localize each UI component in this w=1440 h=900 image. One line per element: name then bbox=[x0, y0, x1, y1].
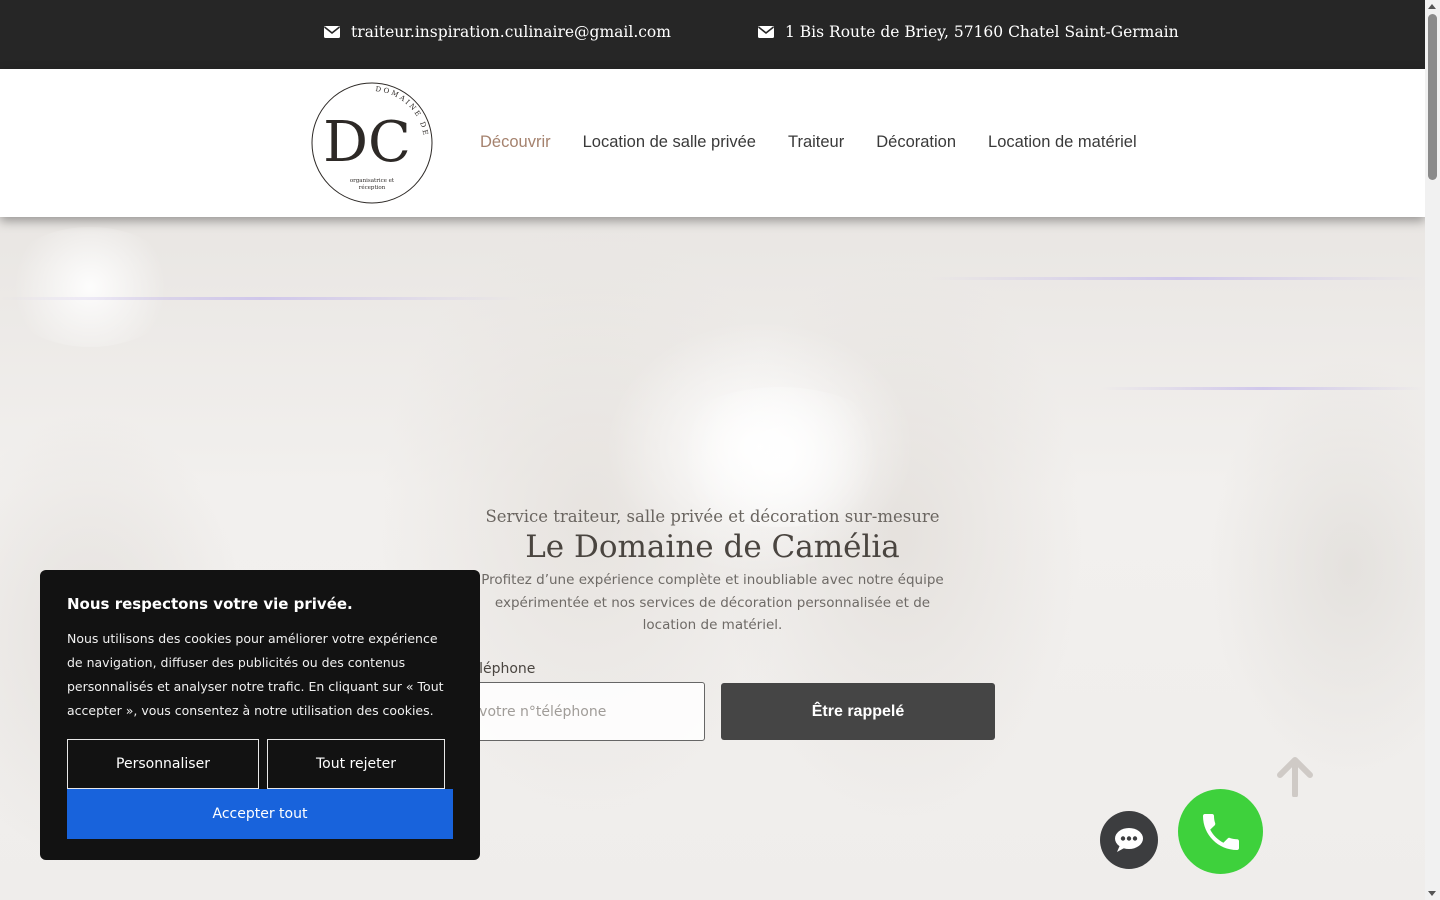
page-scrollbar[interactable] bbox=[1425, 0, 1440, 900]
cookie-text: Nous utilisons des cookies pour améliore… bbox=[67, 631, 444, 718]
nav-item-location-materiel[interactable]: Location de matériel bbox=[988, 133, 1137, 152]
cookie-title: Nous respectons votre vie privée. bbox=[67, 595, 353, 613]
hero-background-line bbox=[930, 277, 1425, 280]
site-header: DOMAINE DE CAMÉLIA DC organisatrice et r… bbox=[0, 69, 1425, 217]
scroll-up-arrow-icon[interactable] bbox=[1428, 4, 1436, 9]
hero-background-light bbox=[660, 387, 900, 527]
phone-call-button[interactable] bbox=[1178, 789, 1263, 874]
hero-background-line bbox=[1100, 387, 1425, 390]
top-contact-bar: traiteur.inspiration.culinaire@gmail.com… bbox=[0, 0, 1425, 69]
main-nav: Découvrir Location de salle privée Trait… bbox=[480, 133, 1137, 152]
envelope-icon bbox=[324, 26, 340, 38]
cookie-reject-button[interactable]: Tout rejeter bbox=[267, 739, 445, 789]
contact-address[interactable]: 1 Bis Route de Briey, 57160 Chatel Saint… bbox=[758, 23, 1179, 41]
nav-item-decoration[interactable]: Décoration bbox=[876, 133, 956, 152]
chat-button[interactable] bbox=[1100, 811, 1158, 869]
nav-item-traiteur[interactable]: Traiteur bbox=[788, 133, 844, 152]
logo-tagline-2: réception bbox=[359, 184, 386, 191]
phone-icon bbox=[1202, 813, 1239, 850]
callback-button[interactable]: Être rappelé bbox=[721, 683, 995, 740]
scrollbar-thumb[interactable] bbox=[1428, 14, 1437, 180]
nav-item-decouvrir[interactable]: Découvrir bbox=[480, 133, 551, 152]
cookie-customize-button[interactable]: Personnaliser bbox=[67, 739, 259, 789]
cookie-accept-button[interactable]: Accepter tout bbox=[67, 789, 453, 839]
chat-bubble-icon bbox=[1115, 828, 1143, 852]
email-text[interactable]: traiteur.inspiration.culinaire@gmail.com bbox=[351, 23, 671, 41]
hero-title: Le Domaine de Camélia bbox=[525, 529, 900, 565]
logo-tagline-1: organisatrice et bbox=[350, 178, 395, 184]
arrow-up-icon[interactable] bbox=[1276, 757, 1314, 798]
site-logo[interactable]: DOMAINE DE CAMÉLIA DC organisatrice et r… bbox=[305, 74, 434, 205]
hero-subtitle: Service traiteur, salle privée et décora… bbox=[485, 507, 940, 526]
hero-background-light bbox=[0, 227, 180, 347]
cookie-consent-banner: Nous respectons votre vie privée. Nous u… bbox=[40, 570, 480, 860]
address-text[interactable]: 1 Bis Route de Briey, 57160 Chatel Saint… bbox=[785, 23, 1179, 41]
scroll-down-arrow-icon[interactable] bbox=[1428, 891, 1436, 896]
hero-background-line bbox=[0, 297, 520, 300]
contact-email[interactable]: traiteur.inspiration.culinaire@gmail.com bbox=[324, 23, 671, 41]
logo-monogram: DC bbox=[323, 110, 411, 175]
envelope-icon bbox=[758, 26, 774, 38]
nav-item-location-salle[interactable]: Location de salle privée bbox=[583, 133, 756, 152]
hero-description: Profitez d’une expérience complète et in… bbox=[481, 572, 944, 633]
